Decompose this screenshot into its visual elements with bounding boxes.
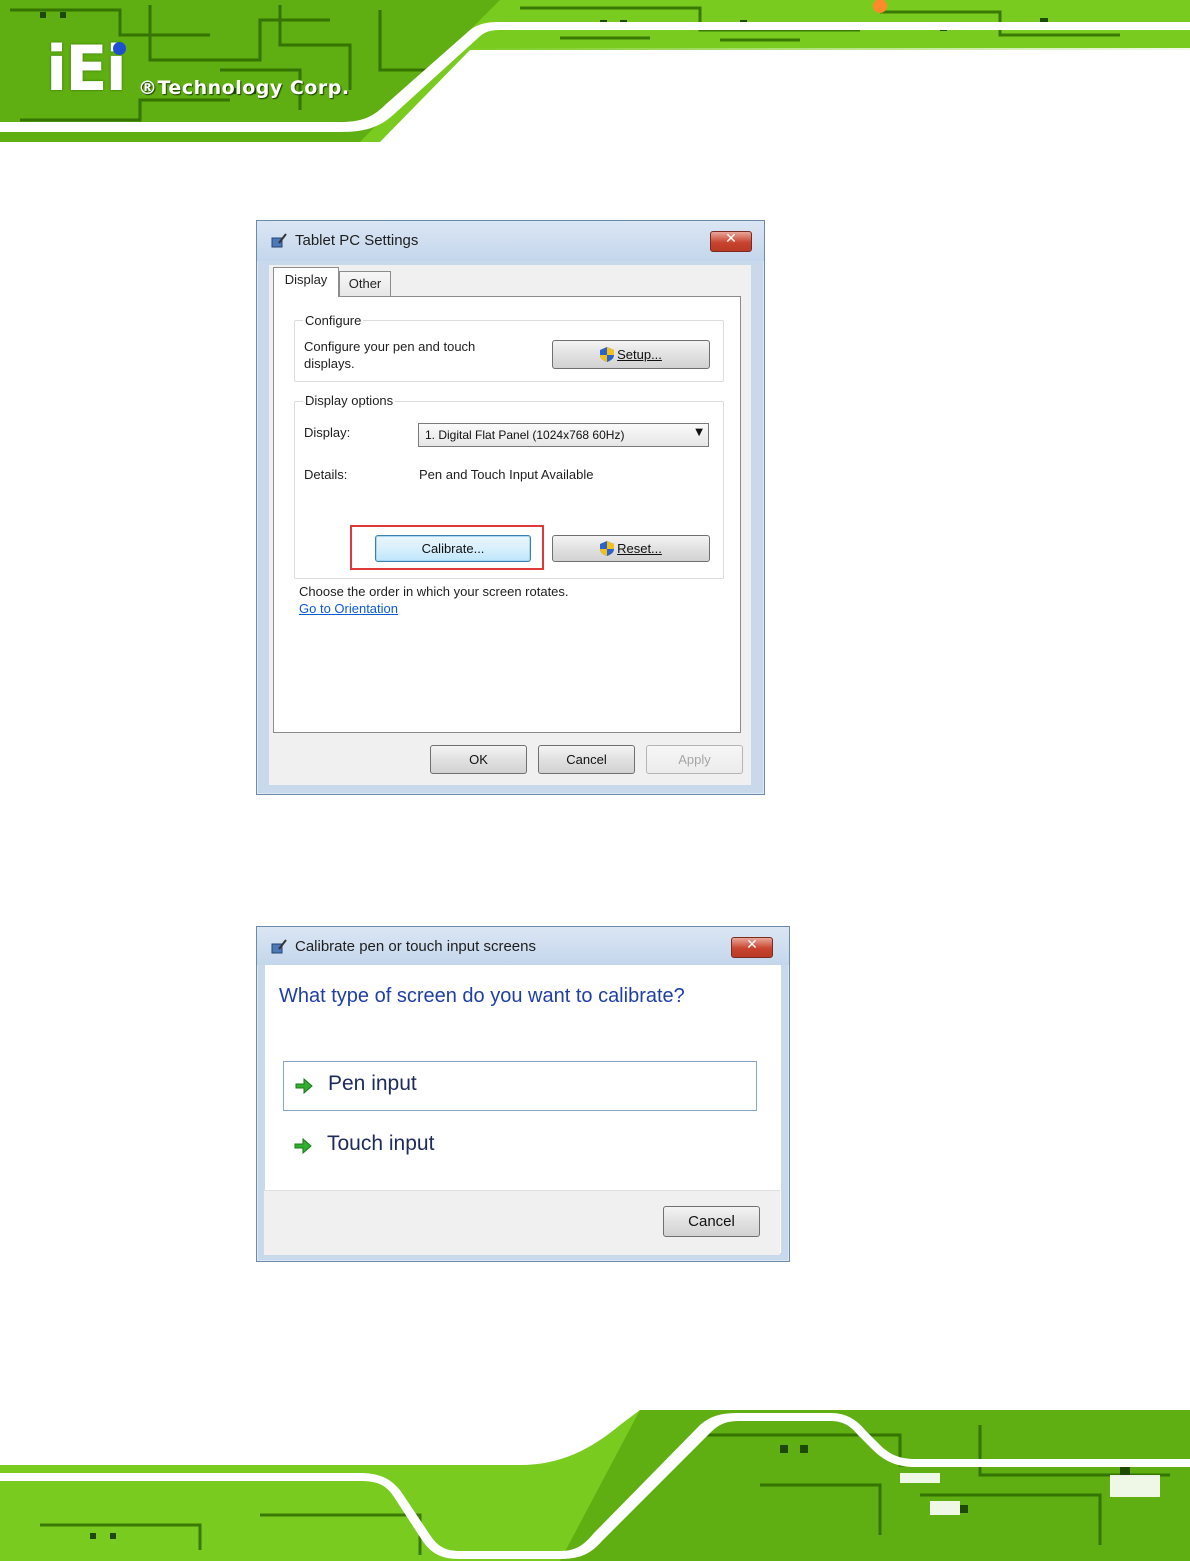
calibrate-question: What type of screen do you want to calib… [279, 985, 685, 1007]
display-options-title: Display options [303, 393, 396, 408]
ok-button[interactable]: OK [430, 745, 527, 774]
display-label: Display: [304, 425, 351, 440]
details-label: Details: [304, 467, 348, 482]
cancel-button[interactable]: Cancel [538, 745, 635, 774]
dialog-title: Tablet PC Settings [295, 232, 419, 249]
setup-button[interactable]: Setup... [552, 340, 710, 369]
uac-shield-icon [600, 347, 615, 362]
pen-input-option[interactable]: Pen input [283, 1061, 757, 1111]
chevron-down-icon: ▼ [695, 427, 703, 438]
titlebar: Calibrate pen or touch input screens ✕ [257, 927, 789, 965]
configure-description: Configure your pen and touch displays. [304, 339, 476, 371]
apply-button[interactable]: Apply [646, 745, 743, 774]
tablet-pen-icon [271, 939, 287, 954]
company-name: ®Technology Corp. [138, 77, 350, 99]
green-arrow-icon [295, 1077, 313, 1095]
footer-banner [0, 1405, 1190, 1561]
pen-input-label: Pen input [328, 1072, 417, 1095]
display-select-value: 1. Digital Flat Panel (1024x768 60Hz) [425, 428, 625, 442]
reset-button[interactable]: Reset... [552, 535, 710, 562]
header-banner: iEi ®Technology Corp. [0, 0, 1190, 142]
touch-input-label: Touch input [327, 1132, 435, 1155]
circuit-board-graphic [0, 0, 1190, 142]
logo-dot [113, 42, 126, 55]
calibrate-cancel-button[interactable]: Cancel [663, 1206, 760, 1237]
tab-display[interactable]: Display [273, 267, 339, 297]
tab-other[interactable]: Other [339, 271, 391, 297]
details-value: Pen and Touch Input Available [419, 467, 594, 482]
circuit-board-graphic [0, 1405, 1190, 1561]
configure-group-title: Configure [303, 313, 364, 328]
orientation-link[interactable]: Go to Orientation [299, 601, 398, 616]
close-button[interactable]: ✕ [731, 937, 773, 958]
dialog-title: Calibrate pen or touch input screens [295, 938, 536, 955]
tablet-pen-icon [271, 233, 287, 248]
green-arrow-icon [294, 1137, 312, 1155]
calibrate-button[interactable]: Calibrate... [375, 535, 531, 562]
touch-input-option[interactable]: Touch input [283, 1122, 757, 1172]
uac-shield-icon [600, 541, 615, 556]
close-button[interactable]: ✕ [710, 231, 752, 252]
titlebar: Tablet PC Settings ✕ [257, 221, 764, 261]
orientation-text: Choose the order in which your screen ro… [299, 584, 569, 599]
display-select[interactable]: 1. Digital Flat Panel (1024x768 60Hz) ▼ [418, 423, 709, 447]
